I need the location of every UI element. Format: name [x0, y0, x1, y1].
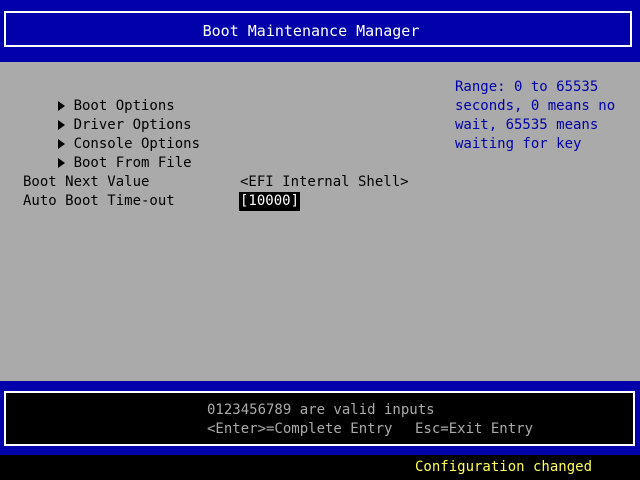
page-title: Boot Maintenance Manager — [202, 22, 420, 40]
boot-next-select[interactable]: <EFI Internal Shell> — [240, 173, 409, 192]
auto-boot-timeout-label: Auto Boot Time-out — [23, 193, 175, 209]
main-panel: Boot Options Driver Options Console Opti… — [0, 62, 640, 381]
help-line: waiting for key — [455, 136, 582, 152]
status-bar: Configuration changed — [0, 455, 640, 480]
status-message: Configuration changed — [415, 459, 593, 475]
help-line: wait, 65535 means — [455, 117, 599, 133]
menu-item-boot-from-file[interactable]: Boot From File — [7, 135, 192, 171]
menu-item-driver-options[interactable]: Driver Options — [7, 97, 192, 133]
help-panel: Range: 0 to 65535 seconds, 0 means no wa… — [455, 78, 637, 154]
right-triangle-icon — [57, 158, 65, 168]
enter-key-hint: <Enter>=Complete Entry — [207, 421, 393, 437]
help-line: Range: 0 to 65535 — [455, 79, 599, 95]
menu-item-boot-options[interactable]: Boot Options — [7, 78, 175, 114]
help-line: seconds, 0 means no — [455, 98, 616, 114]
footer-bar: 0123456789 are valid inputs <Enter>=Comp… — [0, 381, 640, 455]
header-bar: Boot Maintenance Manager — [0, 0, 640, 62]
bios-screen: Boot Maintenance Manager Boot Options Dr… — [0, 0, 640, 480]
boot-next-label: Boot Next Value — [23, 174, 150, 190]
menu-item-console-options[interactable]: Console Options — [7, 116, 200, 152]
menu-item-label: Boot From File — [73, 155, 192, 171]
auto-boot-timeout-input[interactable]: [10000] — [239, 192, 301, 211]
esc-key-hint: Esc=Exit Entry — [415, 421, 534, 437]
valid-inputs-hint: 0123456789 are valid inputs — [207, 402, 435, 418]
